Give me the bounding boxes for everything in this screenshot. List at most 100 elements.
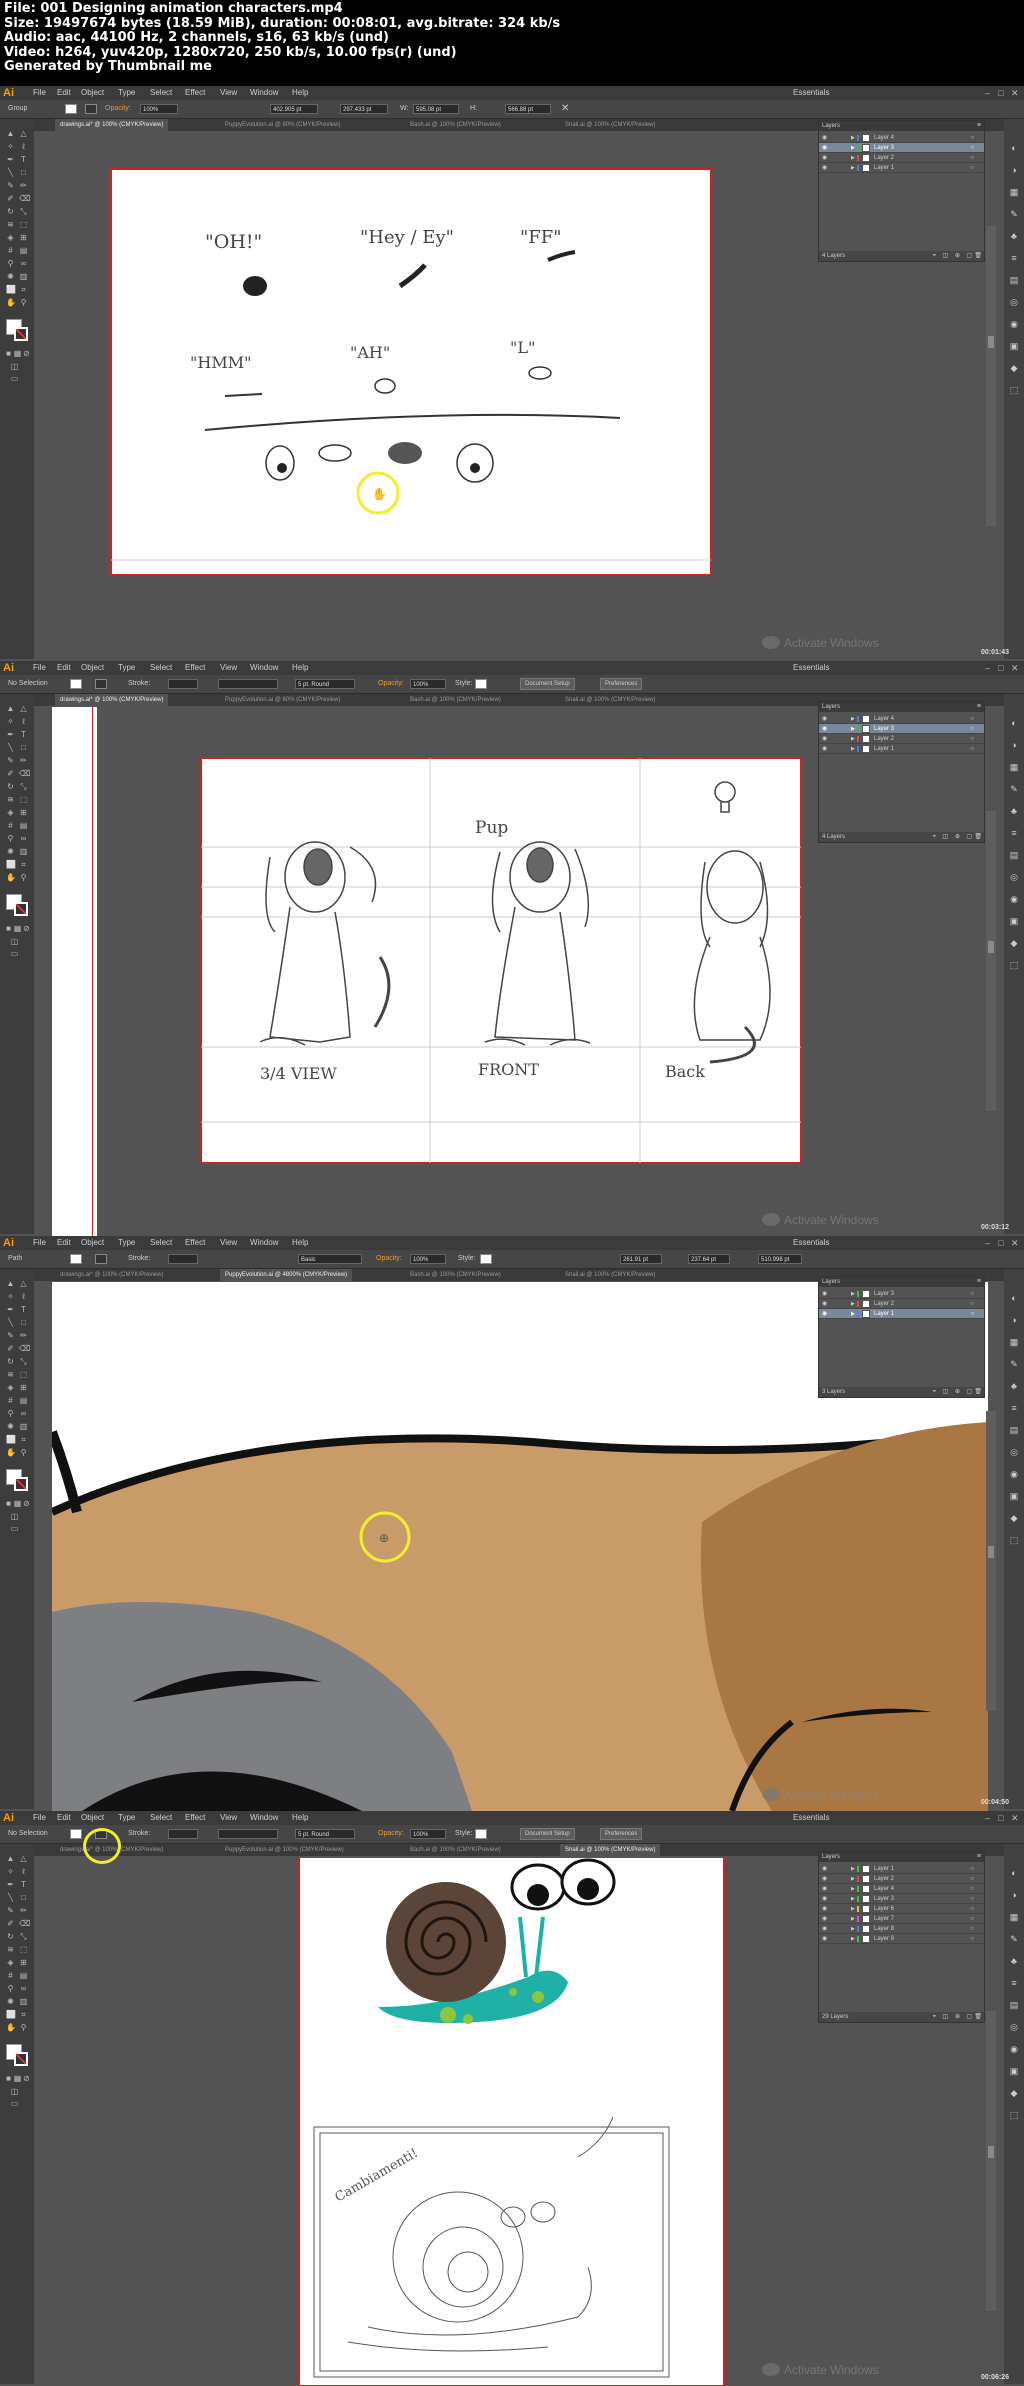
gradient-panel-icon[interactable]: ▤ (1009, 276, 1019, 285)
tab-bash[interactable]: Bash.ai @ 100% (CMYK/Preview) (405, 694, 506, 706)
perspective-icon[interactable]: ⊞ (19, 808, 28, 817)
pen-tool-icon[interactable]: ✒ (6, 730, 15, 739)
expand-arrow-icon[interactable]: ▶ (851, 163, 855, 173)
hand-icon[interactable]: ✋ (6, 1448, 16, 1457)
color-panel-icon[interactable]: ◐ (1009, 719, 1019, 728)
menu-edit[interactable]: Edit (57, 86, 71, 100)
target-circle-icon[interactable]: ○ (970, 1864, 974, 1874)
rectangle-tool-icon[interactable]: □ (19, 1318, 28, 1327)
magic-wand-icon[interactable]: ✧ (6, 142, 15, 151)
visibility-eye-icon[interactable]: ◉ (822, 1884, 827, 1894)
type-tool-icon[interactable]: T (19, 155, 28, 164)
scroll-thumb[interactable] (988, 2146, 994, 2158)
fill-swatch[interactable] (70, 679, 82, 689)
pen-tool-icon[interactable]: ✒ (6, 155, 15, 164)
paintbrush-icon[interactable]: ✎ (6, 1331, 15, 1340)
menu-window[interactable]: Window (250, 1811, 278, 1825)
variable-width-select[interactable] (218, 1829, 278, 1839)
eraser-icon[interactable]: ⌫ (19, 194, 30, 203)
new-sublayer-icon[interactable]: ⊕ (955, 2012, 960, 2022)
artboards-icon[interactable]: ⬚ (1009, 2111, 1019, 2120)
slice-icon[interactable]: ⌗ (19, 1435, 28, 1444)
color-guide-icon[interactable]: ◑ (1009, 1316, 1019, 1325)
close-icon[interactable]: ✕ (1011, 1236, 1019, 1250)
stroke-swatch[interactable] (95, 679, 107, 689)
stroke-weight-input[interactable] (168, 1829, 198, 1839)
new-layer-icon[interactable]: ▢ (966, 251, 972, 261)
visibility-eye-icon[interactable]: ◉ (822, 153, 827, 163)
y-input[interactable]: 237.64 pt (688, 1254, 730, 1264)
menu-file[interactable]: File (33, 1811, 46, 1825)
target-circle-icon[interactable]: ○ (970, 153, 974, 163)
layer-row[interactable]: ◉ ▶ Layer 9 ○ (819, 1934, 984, 1944)
swatches-icon[interactable]: ▦ (1009, 1913, 1019, 1922)
stroke-panel-icon[interactable]: ≡ (1009, 1404, 1019, 1413)
panel-menu-icon[interactable]: ≡ (977, 121, 981, 131)
selection-tool-icon[interactable]: ▲ (6, 704, 15, 713)
workspace-switcher[interactable]: Essentials (793, 1236, 829, 1250)
graph-icon[interactable]: ▥ (19, 847, 28, 856)
gradient-mode-icon[interactable]: ▦ (13, 1499, 22, 1508)
graphic-styles-icon[interactable]: ▣ (1009, 342, 1019, 351)
stroke-color-icon[interactable] (14, 327, 28, 341)
layer-row[interactable]: ◉ ▶ Layer 7 ○ (819, 1914, 984, 1924)
gradient-mode-icon[interactable]: ▦ (13, 2074, 22, 2083)
symbols-icon[interactable]: ♣ (1009, 232, 1019, 241)
brushes-icon[interactable]: ✎ (1009, 210, 1019, 219)
clipping-mask-icon[interactable]: ◫ (942, 832, 948, 842)
workspace-switcher[interactable]: Essentials (793, 86, 829, 100)
minimize-icon[interactable]: – (985, 661, 990, 675)
expand-arrow-icon[interactable]: ▶ (851, 734, 855, 744)
y-input[interactable]: 297.433 pt (340, 104, 388, 114)
document-setup-button[interactable]: Document Setup (520, 1828, 575, 1840)
swatches-icon[interactable]: ▦ (1009, 188, 1019, 197)
mesh-icon[interactable]: # (6, 1971, 15, 1980)
clipping-mask-icon[interactable]: ◫ (942, 2012, 948, 2022)
selection-tool-icon[interactable]: ▲ (6, 1854, 15, 1863)
perspective-icon[interactable]: ⊞ (19, 1383, 28, 1392)
zoom-icon[interactable]: ⚲ (19, 298, 28, 307)
pen-tool-icon[interactable]: ✒ (6, 1305, 15, 1314)
layers-panel-icon[interactable]: ◆ (1009, 364, 1019, 373)
layer-row[interactable]: ◉ ▶ Layer 6 ○ (819, 1904, 984, 1914)
mesh-icon[interactable]: # (6, 1396, 15, 1405)
menu-view[interactable]: View (220, 1811, 237, 1825)
selection-tool-icon[interactable]: ▲ (6, 1279, 15, 1288)
paintbrush-icon[interactable]: ✎ (6, 181, 15, 190)
menu-object[interactable]: Object (81, 1236, 104, 1250)
blend-icon[interactable]: ∞ (19, 1984, 28, 1993)
artboard-icon[interactable]: ⬜ (6, 2010, 16, 2019)
layer-row[interactable]: ◉ ▶ Layer 1 ○ (819, 1309, 984, 1319)
layer-row[interactable]: ◉ ▶ Layer 2 ○ (819, 734, 984, 744)
artboard-icon[interactable]: ⬜ (6, 285, 16, 294)
shape-builder-icon[interactable]: ◈ (6, 1958, 15, 1967)
symbol-sprayer-icon[interactable]: ✺ (6, 1422, 15, 1431)
zoom-icon[interactable]: ⚲ (19, 1448, 28, 1457)
line-tool-icon[interactable]: ╲ (6, 168, 15, 177)
blob-brush-icon[interactable]: ✐ (6, 769, 15, 778)
tab-drawings[interactable]: drawings.ai* @ 100% (CMYK/Preview) (55, 694, 169, 706)
style-swatch[interactable] (480, 1254, 492, 1264)
menu-effect[interactable]: Effect (185, 661, 205, 675)
fill-swatch[interactable] (70, 1254, 82, 1264)
rotate-icon[interactable]: ↻ (6, 782, 15, 791)
shape-builder-icon[interactable]: ◈ (6, 808, 15, 817)
brushes-icon[interactable]: ✎ (1009, 1935, 1019, 1944)
blend-icon[interactable]: ∞ (19, 834, 28, 843)
screen-mode-icon[interactable]: ▭ (10, 1524, 19, 1533)
graphic-styles-icon[interactable]: ▣ (1009, 917, 1019, 926)
close-icon[interactable]: ✕ (1011, 661, 1019, 675)
menu-type[interactable]: Type (118, 86, 135, 100)
menu-type[interactable]: Type (118, 661, 135, 675)
perspective-icon[interactable]: ⊞ (19, 1958, 28, 1967)
visibility-eye-icon[interactable]: ◉ (822, 1914, 827, 1924)
visibility-eye-icon[interactable]: ◉ (822, 1934, 827, 1944)
width-input[interactable]: 510.998 pt (758, 1254, 802, 1264)
transform-icon[interactable]: ✕ (561, 100, 569, 118)
menu-object[interactable]: Object (81, 1811, 104, 1825)
target-circle-icon[interactable]: ○ (970, 1934, 974, 1944)
locate-object-icon[interactable]: ⌖ (933, 832, 936, 842)
zoom-icon[interactable]: ⚲ (19, 2023, 28, 2032)
selection-tool-icon[interactable]: ▲ (6, 129, 15, 138)
clipping-mask-icon[interactable]: ◫ (942, 1387, 948, 1397)
